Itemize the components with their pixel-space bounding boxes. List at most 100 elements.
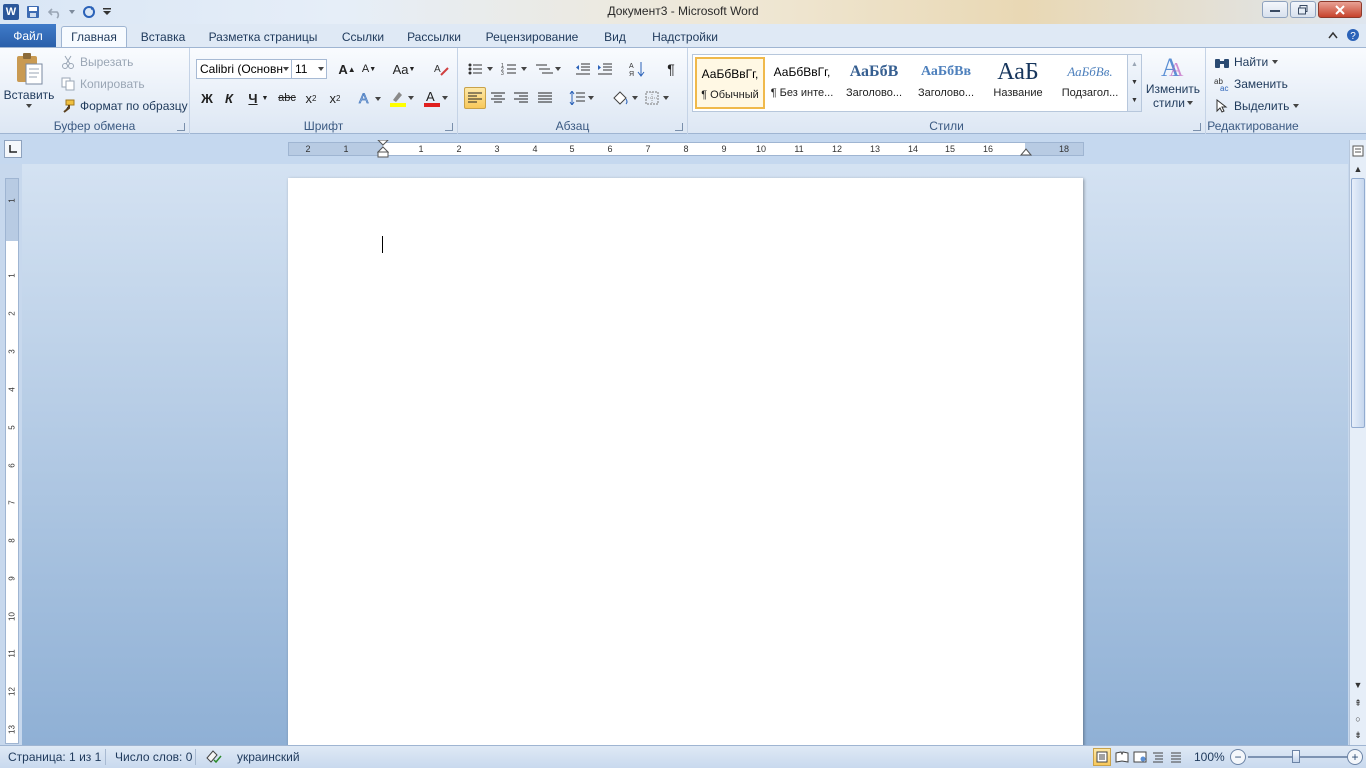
zoom-in-icon[interactable]: + [1347,749,1363,765]
line-spacing-icon[interactable] [568,87,596,109]
style-no-spacing[interactable]: АаБбВвГг, ¶ Без инте... [767,57,837,109]
shrink-font-button[interactable]: A ▼ [358,58,380,80]
page-count[interactable]: Страница: 1 из 1 [8,750,101,764]
format-painter-button[interactable]: Формат по образцу [60,98,188,114]
font-color-icon[interactable]: A [422,87,450,109]
select-browse-object-icon[interactable]: ○ [1351,712,1365,726]
scroll-down-icon[interactable]: ▼ [1351,678,1365,692]
zoom-slider-thumb[interactable] [1292,750,1300,763]
previous-page-icon[interactable]: ⇞ [1351,696,1365,710]
style-subtitle[interactable]: АаБбВв. Подзагол... [1055,57,1125,109]
word-count[interactable]: Число слов: 0 [115,750,192,764]
styles-dialog-launcher[interactable] [1193,123,1201,131]
scroll-thumb[interactable] [1351,178,1365,428]
styles-scroll-down-icon[interactable]: ▼ [1128,73,1141,91]
style-normal[interactable]: АаБбВвГг, ¶ Обычный [695,57,765,109]
horizontal-ruler[interactable]: 2 1 1 2 3 4 5 6 7 8 9 10 11 12 13 14 15 … [288,140,1084,158]
tab-file[interactable]: Файл [0,24,56,47]
tab-page-layout[interactable]: Разметка страницы [204,26,322,47]
sort-icon[interactable]: AЯ [626,58,648,80]
multilevel-list-icon[interactable] [534,58,564,80]
numbering-icon[interactable]: 123 [500,58,530,80]
tab-home[interactable]: Главная [61,26,127,47]
paragraph-dialog-launcher[interactable] [675,123,683,131]
clipboard-dialog-launcher[interactable] [177,123,185,131]
zoom-level[interactable]: 100% [1194,750,1225,764]
show-formatting-icon[interactable]: ¶ [660,58,682,80]
replace-button[interactable]: ab ac Заменить [1214,76,1288,92]
vertical-scrollbar[interactable]: ▲ ▼ ⇞ ○ ⇟ [1349,140,1366,745]
tab-view[interactable]: Вид [598,26,632,47]
font-size-dropdown-icon [318,67,324,71]
bullets-icon[interactable] [466,58,496,80]
language-indicator[interactable]: украинский [237,750,300,764]
restore-icon[interactable] [1290,1,1316,18]
scissors-icon [60,54,76,70]
font-name-combo[interactable]: Calibri (Основн [196,59,292,79]
tab-mailings[interactable]: Рассылки [402,26,466,47]
text-effects-icon[interactable]: A [356,87,384,109]
select-button[interactable]: Выделить [1214,98,1300,114]
style-heading-1[interactable]: АаБбВ Заголово... [839,57,909,109]
web-layout-view-icon[interactable] [1131,748,1149,766]
justify-icon[interactable] [534,87,556,109]
full-screen-reading-view-icon[interactable] [1113,748,1131,766]
tab-references[interactable]: Ссылки [334,26,392,47]
borders-icon[interactable] [644,87,674,109]
copy-button[interactable]: Копировать [60,76,145,92]
align-left-icon[interactable] [464,87,486,109]
underline-dropdown-icon[interactable]: ▼ [260,87,270,109]
view-ruler-toggle-icon[interactable] [1351,144,1365,158]
style-heading-2[interactable]: АаБбВв Заголово... [911,57,981,109]
subscript-icon[interactable]: x2 [300,87,322,109]
cut-button[interactable]: Вырезать [60,54,133,70]
proofing-icon[interactable] [204,748,222,767]
clear-formatting-icon[interactable]: A [430,58,452,80]
print-layout-view-icon[interactable] [1093,748,1111,766]
ruler-number: 3 [494,144,500,154]
outline-view-icon[interactable] [1149,748,1167,766]
styles-more-icon[interactable]: ▼ [1128,91,1141,109]
tab-insert[interactable]: Вставка [134,26,192,47]
tab-selector-icon[interactable] [4,140,22,158]
styles-gallery-scroll[interactable]: ▲ ▼ ▼ [1127,55,1141,111]
align-center-icon[interactable] [487,87,509,109]
vertical-ruler[interactable]: 1 1 2 3 4 5 6 7 8 9 10 11 12 13 [5,178,19,744]
styles-scroll-up-icon[interactable]: ▲ [1128,55,1141,73]
tab-review[interactable]: Рецензирование [478,26,586,47]
tab-addins[interactable]: Надстройки [644,26,726,47]
change-styles-button[interactable]: AA Изменить стили [1144,52,1202,118]
ruler-bar: 2 1 1 2 3 4 5 6 7 8 9 10 11 12 13 14 15 … [0,134,1366,164]
font-size-combo[interactable]: 11 [291,59,327,79]
zoom-out-icon[interactable]: − [1230,749,1246,765]
find-button[interactable]: Найти [1214,54,1279,70]
draft-view-icon[interactable] [1167,748,1185,766]
shading-icon[interactable] [610,87,640,109]
vruler-number: 9 [7,576,17,581]
style-subtitle-name: Подзагол... [1061,87,1119,99]
superscript-icon[interactable]: x2 [324,87,346,109]
document-page[interactable] [288,178,1083,748]
change-case-button[interactable]: Aa ▼ [390,58,418,80]
bold-button[interactable]: Ж [196,87,218,109]
grow-font-button[interactable]: A ▲ [336,58,358,80]
right-indent-marker-icon[interactable] [1020,146,1032,156]
minimize-icon[interactable] [1262,1,1288,18]
strikethrough-button[interactable]: abc [276,87,298,109]
paste-button[interactable]: Вставить [4,52,54,118]
style-title[interactable]: АаБ Название [983,57,1053,109]
next-page-icon[interactable]: ⇟ [1351,728,1365,742]
font-dialog-launcher[interactable] [445,123,453,131]
align-right-icon[interactable] [510,87,532,109]
highlight-color-icon[interactable] [388,87,416,109]
scroll-up-icon[interactable]: ▲ [1351,162,1365,176]
decrease-indent-icon[interactable] [572,58,594,80]
close-icon[interactable] [1318,1,1362,18]
cursor-arrow-icon [1214,98,1230,114]
italic-button[interactable]: К [218,87,240,109]
window-controls [1262,1,1362,18]
minimize-ribbon-icon[interactable] [1328,28,1338,45]
indent-marker-icon[interactable] [377,140,389,158]
increase-indent-icon[interactable] [594,58,616,80]
help-icon[interactable]: ? [1346,28,1360,45]
